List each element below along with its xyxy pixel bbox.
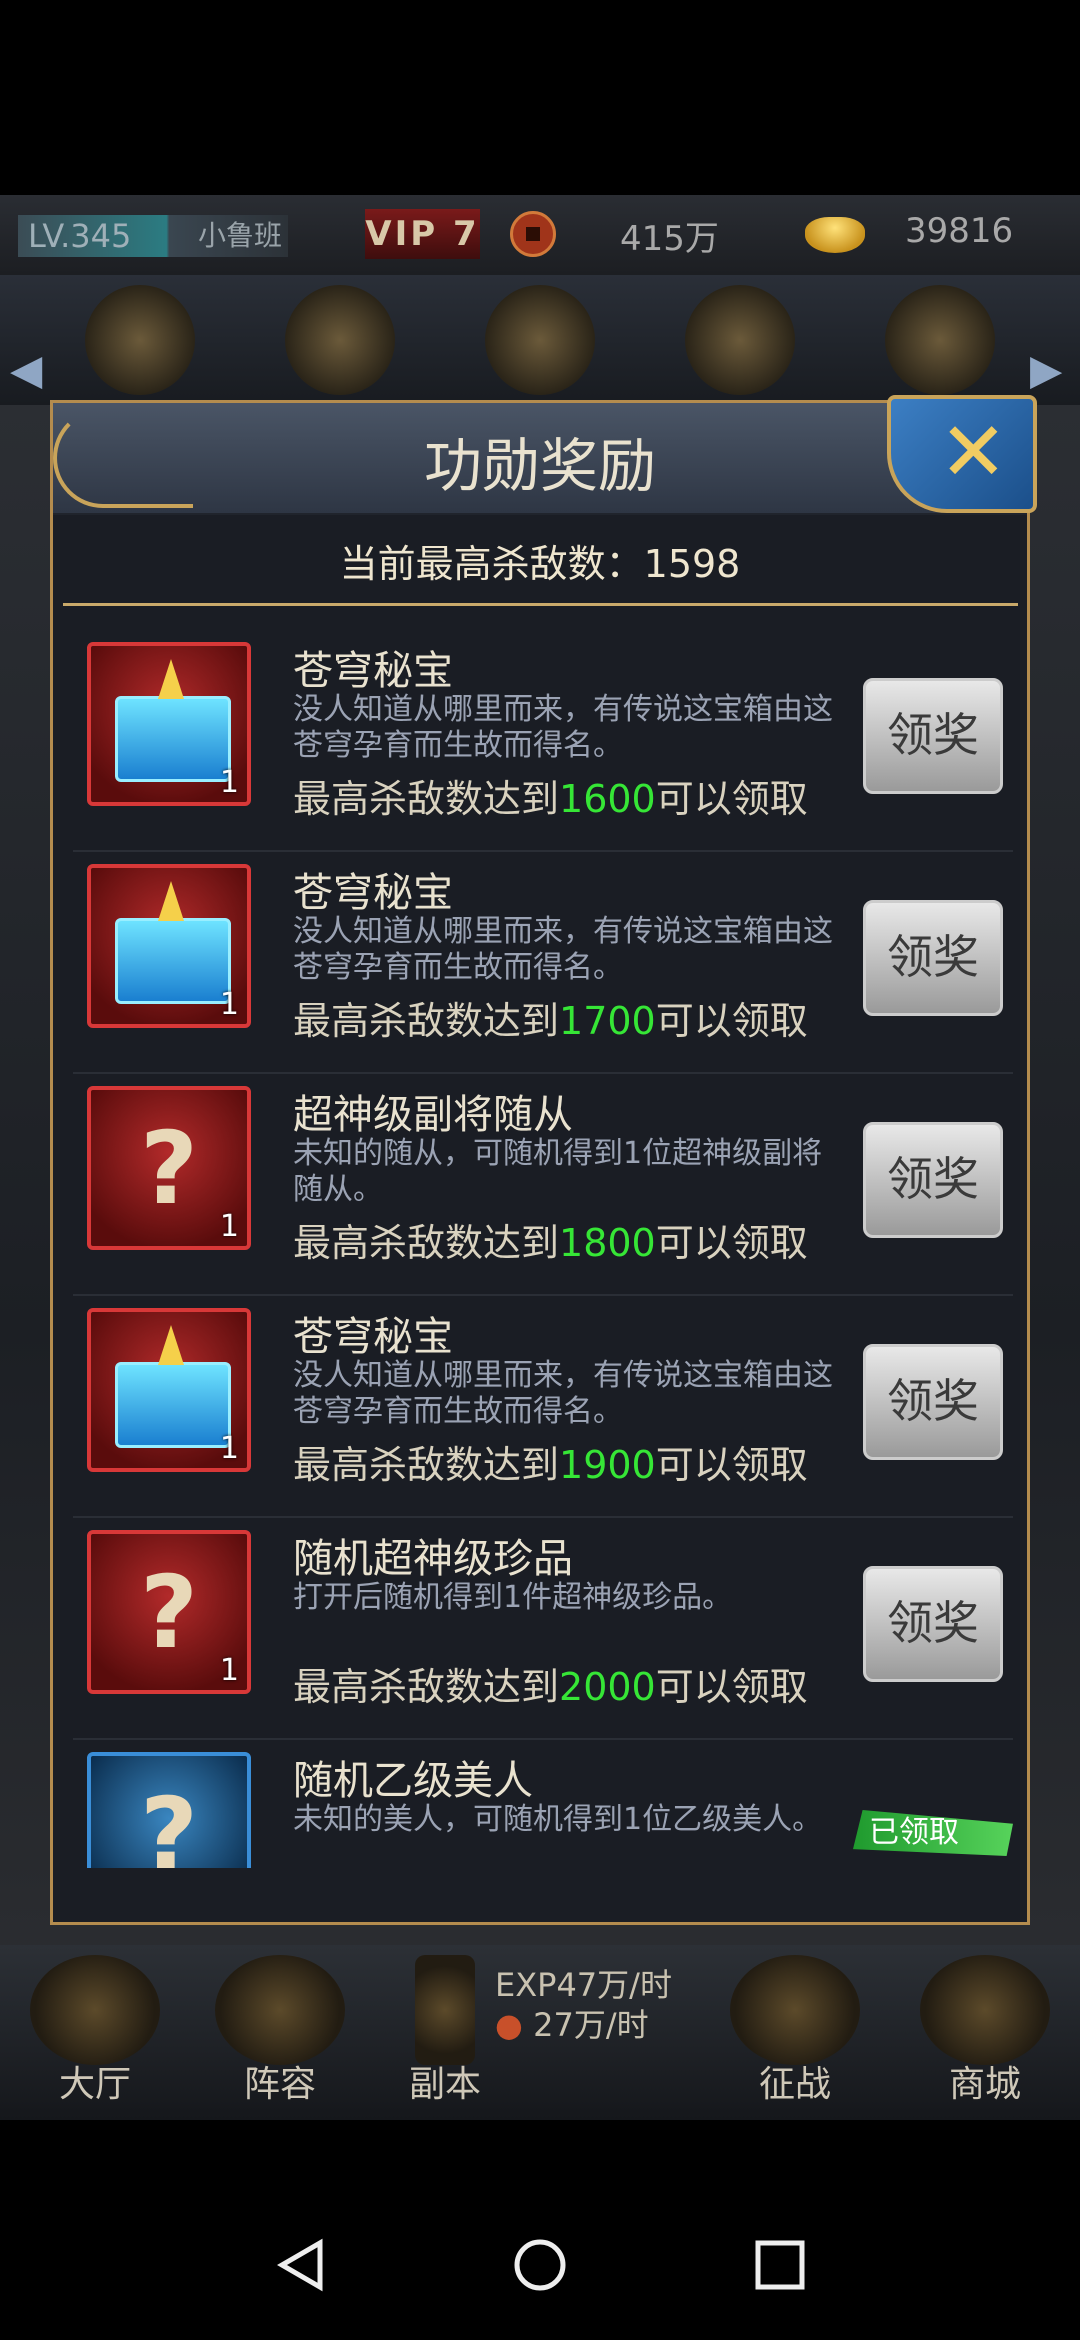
reward-row: 1 苍穹秘宝 没人知道从哪里而来，有传说这宝箱由这苍穹孕育而生故而得名。 最高杀… xyxy=(73,628,1013,852)
target-kill-count: 1800 xyxy=(559,1221,656,1265)
mystery-beauty-icon[interactable]: ? xyxy=(87,1752,251,1868)
panel-header: 功勋奖励 xyxy=(53,403,1027,515)
coin-rate: ● 27万/时 xyxy=(495,2006,649,2044)
item-count: 1 xyxy=(219,1431,239,1466)
treasure-chest-icon[interactable]: 1 xyxy=(87,642,251,806)
reward-name: 随机超神级珍品 xyxy=(293,1536,573,1582)
hourglass-icon xyxy=(415,1955,475,2065)
mystery-item-icon[interactable]: ? 1 xyxy=(87,1530,251,1694)
max-kill-count: 当前最高杀敌数：1598 xyxy=(339,542,741,586)
nav-hall[interactable]: 大厅 xyxy=(20,1955,170,2110)
reward-desc: 未知的随从，可随机得到1位超神级副将随从。 xyxy=(293,1136,823,1207)
claim-button[interactable]: 领奖 xyxy=(863,1344,1003,1460)
reward-row: ? 随机乙级美人 未知的美人，可随机得到1位乙级美人。 已领取 xyxy=(73,1738,1013,1868)
player-name: 小鲁班 xyxy=(198,219,283,252)
nav-label: 征战 xyxy=(758,2064,831,2105)
reward-name: 随机乙级美人 xyxy=(293,1758,533,1804)
activity-strip xyxy=(0,275,1080,405)
activity-icon[interactable] xyxy=(85,285,195,395)
shop-chest-icon xyxy=(920,1955,1050,2065)
reward-name: 超神级副将随从 xyxy=(293,1092,573,1138)
exp-rate: EXP47万/时 xyxy=(495,1966,672,2004)
activity-icon[interactable] xyxy=(685,285,795,395)
reward-condition: 最高杀敌数达到2000可以领取 xyxy=(293,1665,808,1709)
reward-name: 苍穹秘宝 xyxy=(293,1314,453,1360)
idle-income: EXP47万/时 ● 27万/时 xyxy=(495,1965,672,2045)
activity-icon[interactable] xyxy=(885,285,995,395)
nav-campaign[interactable]: 征战 xyxy=(720,1955,870,2110)
player-status-bar: LV.345 小鲁班 VIP 7 415万 39816 xyxy=(0,195,1080,277)
activity-icon[interactable] xyxy=(485,285,595,395)
bottom-nav: 大厅 阵容 副本 EXP47万/时 ● 27万/时 征战 商城 xyxy=(0,1945,1080,2120)
system-nav-bar xyxy=(0,2140,1080,2340)
home-icon[interactable] xyxy=(510,2235,570,2295)
reward-row: 1 苍穹秘宝 没人知道从哪里而来，有传说这宝箱由这苍穹孕育而生故而得名。 最高杀… xyxy=(73,1294,1013,1518)
divider xyxy=(63,603,1018,606)
reward-desc: 没人知道从哪里而来，有传说这宝箱由这苍穹孕育而生故而得名。 xyxy=(293,1358,833,1429)
vip-badge[interactable]: VIP 7 xyxy=(365,209,480,259)
back-icon[interactable] xyxy=(270,2235,330,2295)
treasure-chest-icon[interactable]: 1 xyxy=(87,1308,251,1472)
claimed-badge: 已领取 xyxy=(853,1810,1013,1856)
level-label: LV.345 xyxy=(28,217,132,255)
scroll-left-icon[interactable]: ◀ xyxy=(10,345,42,394)
nav-label: 副本 xyxy=(408,2064,481,2105)
activity-icon[interactable] xyxy=(285,285,395,395)
reward-row: 1 苍穹秘宝 没人知道从哪里而来，有传说这宝箱由这苍穹孕育而生故而得名。 最高杀… xyxy=(73,850,1013,1074)
target-kill-count: 2000 xyxy=(559,1665,656,1709)
target-kill-count: 1900 xyxy=(559,1443,656,1487)
reward-condition: 最高杀敌数达到1800可以领取 xyxy=(293,1221,808,1265)
coin-icon: ● xyxy=(495,2006,523,2044)
reward-condition: 最高杀敌数达到1600可以领取 xyxy=(293,777,808,821)
target-kill-count: 1700 xyxy=(559,999,656,1043)
reward-row: ? 1 随机超神级珍品 打开后随机得到1件超神级珍品。 最高杀敌数达到2000可… xyxy=(73,1516,1013,1740)
palace-icon xyxy=(30,1955,160,2065)
nav-label: 商城 xyxy=(948,2064,1021,2105)
reward-row: ? 1 超神级副将随从 未知的随从，可随机得到1位超神级副将随从。 最高杀敌数达… xyxy=(73,1072,1013,1296)
lineup-icon xyxy=(215,1955,345,2065)
reward-list[interactable]: 1 苍穹秘宝 没人知道从哪里而来，有传说这宝箱由这苍穹孕育而生故而得名。 最高杀… xyxy=(73,628,1013,1868)
coin-value: 415万 xyxy=(620,219,719,259)
scroll-right-icon[interactable]: ▶ xyxy=(1030,345,1062,394)
item-count: 1 xyxy=(219,1209,239,1244)
level-bar: LV.345 小鲁班 xyxy=(18,215,288,257)
mystery-follower-icon[interactable]: ? 1 xyxy=(87,1086,251,1250)
reward-condition: 最高杀敌数达到1900可以领取 xyxy=(293,1443,808,1487)
close-x-icon: ✕ xyxy=(939,405,1008,500)
item-count: 1 xyxy=(219,987,239,1022)
item-count: 1 xyxy=(219,1653,239,1688)
nav-label: 阵容 xyxy=(243,2064,316,2105)
reward-name: 苍穹秘宝 xyxy=(293,870,453,916)
gold-value: 39816 xyxy=(905,211,1014,251)
recents-icon[interactable] xyxy=(750,2235,810,2295)
coin-icon xyxy=(510,211,556,257)
reward-desc: 打开后随机得到1件超神级珍品。 xyxy=(293,1580,733,1615)
merit-reward-panel: 功勋奖励 ✕ 当前最高杀敌数：1598 1 苍穹秘宝 没人知道从哪里而来，有传说… xyxy=(50,395,1037,1925)
target-kill-count: 1600 xyxy=(559,777,656,821)
gold-ingot-icon xyxy=(805,217,865,253)
claim-button[interactable]: 领奖 xyxy=(863,1122,1003,1238)
item-count: 1 xyxy=(219,765,239,800)
reward-desc: 没人知道从哪里而来，有传说这宝箱由这苍穹孕育而生故而得名。 xyxy=(293,914,833,985)
panel-title: 功勋奖励 xyxy=(423,432,656,500)
reward-desc: 没人知道从哪里而来，有传说这宝箱由这苍穹孕育而生故而得名。 xyxy=(293,692,833,763)
nav-label: 大厅 xyxy=(58,2064,131,2105)
treasure-chest-icon[interactable]: 1 xyxy=(87,864,251,1028)
reward-condition: 最高杀敌数达到1700可以领取 xyxy=(293,999,808,1043)
close-button[interactable]: ✕ xyxy=(887,395,1037,513)
claim-button[interactable]: 领奖 xyxy=(863,1566,1003,1682)
claim-button[interactable]: 领奖 xyxy=(863,678,1003,794)
nav-lineup[interactable]: 阵容 xyxy=(205,1955,355,2110)
claim-button[interactable]: 领奖 xyxy=(863,900,1003,1016)
reward-desc: 未知的美人，可随机得到1位乙级美人。 xyxy=(293,1802,823,1837)
nav-shop[interactable]: 商城 xyxy=(910,1955,1060,2110)
reward-name: 苍穹秘宝 xyxy=(293,648,453,694)
crossed-swords-icon xyxy=(730,1955,860,2065)
